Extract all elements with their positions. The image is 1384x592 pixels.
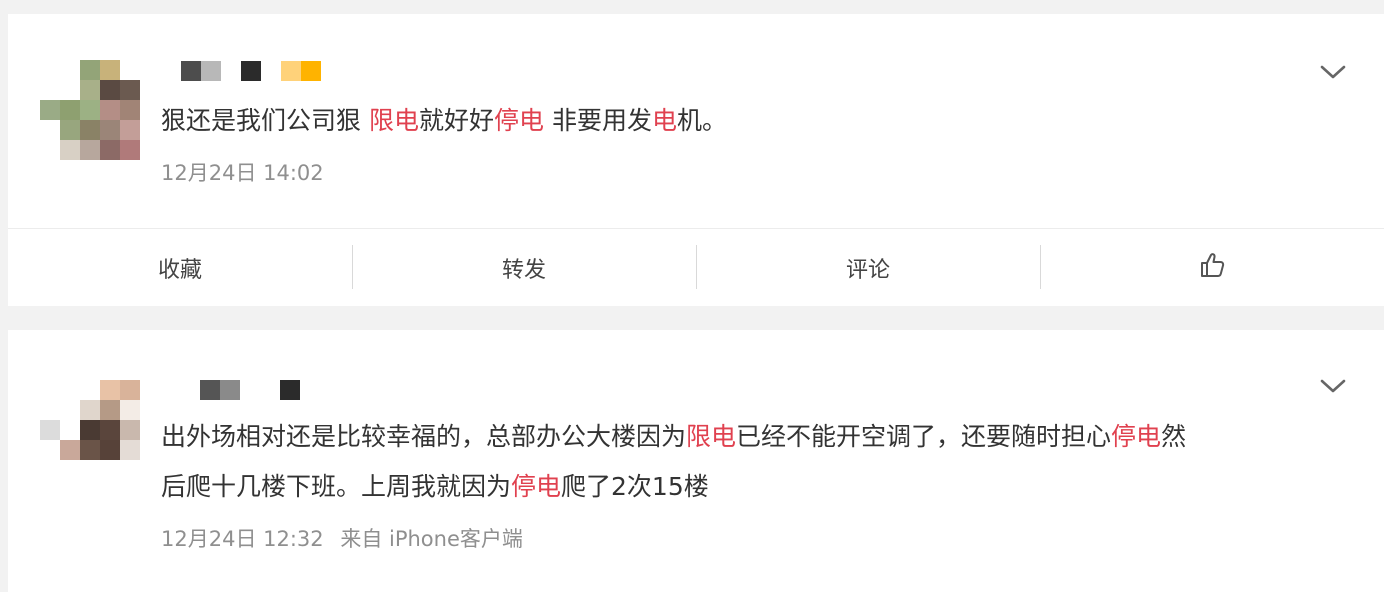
text-segment: 爬了2次15楼 (561, 472, 709, 501)
action-bar: 收藏 转发 评论 (8, 228, 1384, 306)
repost-label: 转发 (501, 257, 546, 283)
timestamp[interactable]: 12月24日 12:32 (161, 527, 324, 551)
thumbs-up-icon (1198, 251, 1226, 285)
text-segment: 然 (1161, 422, 1187, 451)
comment-label: 评论 (845, 257, 890, 283)
like-button[interactable] (1040, 229, 1384, 306)
text-segment: 机。 (676, 106, 727, 135)
keyword-highlight[interactable]: 限电 (686, 422, 736, 451)
repost-button[interactable]: 转发 (352, 229, 696, 306)
comment-button[interactable]: 评论 (696, 229, 1040, 306)
post-card-1: 狠还是我们公司狠 限电就好好停电 非要用发电机。 12月24日 14:02 收藏… (8, 14, 1384, 306)
text-segment: 非要用发 (544, 106, 652, 135)
keyword-highlight[interactable]: 限电 (369, 106, 419, 135)
post-meta: 12月24日 14:02 (161, 157, 324, 187)
username[interactable] (178, 61, 328, 81)
keyword-highlight[interactable]: 停电 (494, 106, 544, 135)
post-card-2: 出外场相对还是比较幸福的，总部办公大楼因为限电已经不能开空调了，还要随时担心停电… (8, 330, 1384, 592)
text-segment: 后爬十几楼下班。上周我就因为 (161, 472, 512, 501)
chevron-down-icon[interactable] (1318, 62, 1348, 82)
post-text-line-1: 出外场相对还是比较幸福的，总部办公大楼因为限电已经不能开空调了，还要随时担心停电… (161, 412, 1186, 462)
text-segment: 狠还是我们公司狠 (161, 106, 369, 135)
post-text-line-2: 后爬十几楼下班。上周我就因为停电爬了2次15楼 (161, 462, 709, 512)
text-segment: 已经不能开空调了，还要随时担心 (736, 422, 1112, 451)
chevron-down-icon[interactable] (1318, 376, 1348, 396)
keyword-highlight[interactable]: 停电 (1111, 422, 1161, 451)
username[interactable] (198, 380, 308, 400)
avatar[interactable] (40, 60, 152, 160)
post-meta: 12月24日 12:32 来自 iPhone客户端 (161, 523, 523, 553)
post-source: 来自 iPhone客户端 (340, 527, 523, 551)
timestamp[interactable]: 12月24日 14:02 (161, 161, 324, 185)
keyword-highlight[interactable]: 电 (652, 106, 677, 135)
text-segment: 就好好 (418, 106, 494, 135)
keyword-highlight[interactable]: 停电 (511, 472, 561, 501)
favorite-label: 收藏 (157, 257, 202, 283)
post-text: 狠还是我们公司狠 限电就好好停电 非要用发电机。 (161, 96, 727, 146)
avatar[interactable] (40, 380, 152, 460)
text-segment: 出外场相对还是比较幸福的，总部办公大楼因为 (161, 422, 687, 451)
favorite-button[interactable]: 收藏 (8, 229, 352, 306)
